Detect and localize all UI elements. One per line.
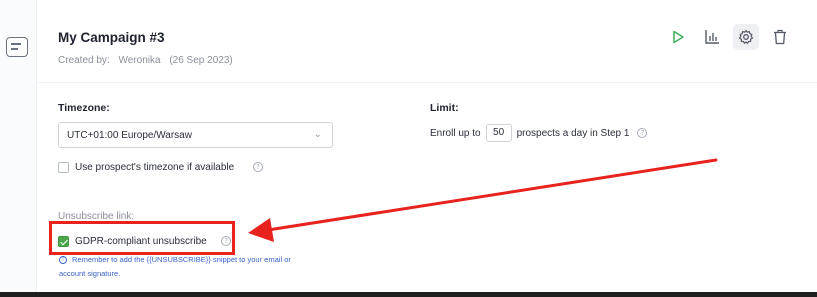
unsubscribe-note: ! Remember to add the {{UNSUBSCRIBE}} sni… — [59, 253, 329, 281]
campaign-settings: My Campaign #3 Created by: Weronika (26 … — [36, 0, 817, 297]
help-icon[interactable]: ? — [637, 128, 648, 138]
created-by-name: Weronika — [118, 55, 161, 66]
limit-suffix: prospects a day in Step 1 — [516, 127, 630, 139]
campaign-toolbar — [665, 24, 793, 50]
timezone-label: Timezone: — [58, 102, 110, 114]
campaign-title: My Campaign #3 — [58, 30, 165, 45]
chevron-down-icon: ⌄ — [313, 129, 322, 140]
limit-prefix: Enroll up to — [430, 127, 481, 139]
created-date: (26 Sep 2023) — [169, 55, 233, 66]
limit-row: Enroll up to 50 prospects a day in Step … — [430, 124, 648, 142]
play-button[interactable] — [665, 24, 691, 50]
details-panel-icon[interactable] — [6, 37, 28, 57]
delete-button[interactable] — [767, 24, 793, 50]
use-prospect-timezone-checkbox[interactable] — [58, 162, 69, 173]
campaign-meta: Created by: Weronika (26 Sep 2023) — [58, 55, 239, 66]
note-line1: Remember to add the {{UNSUBSCRIBE}} snip… — [72, 255, 291, 264]
left-rail — [0, 0, 36, 297]
info-icon: ! — [59, 256, 67, 265]
trash-icon — [774, 29, 786, 45]
timezone-value: UTC+01:00 Europe/Warsaw — [67, 130, 192, 141]
limit-input[interactable]: 50 — [485, 124, 512, 142]
limit-label: Limit: — [430, 102, 459, 114]
timezone-select[interactable]: UTC+01:00 Europe/Warsaw ⌄ — [58, 122, 333, 148]
use-prospect-timezone-label: Use prospect's timezone if available — [75, 162, 235, 173]
stats-icon — [705, 30, 719, 44]
note-line2: account signature. — [59, 269, 121, 278]
bottom-edge — [0, 292, 817, 297]
header-divider — [37, 82, 817, 83]
settings-icon — [738, 29, 754, 44]
created-by-label: Created by: — [58, 55, 110, 66]
play-icon — [673, 30, 684, 44]
help-icon[interactable]: ? — [253, 162, 263, 172]
stats-button[interactable] — [699, 24, 725, 50]
annotation-highlight-box — [49, 221, 235, 255]
settings-button[interactable] — [733, 24, 759, 50]
